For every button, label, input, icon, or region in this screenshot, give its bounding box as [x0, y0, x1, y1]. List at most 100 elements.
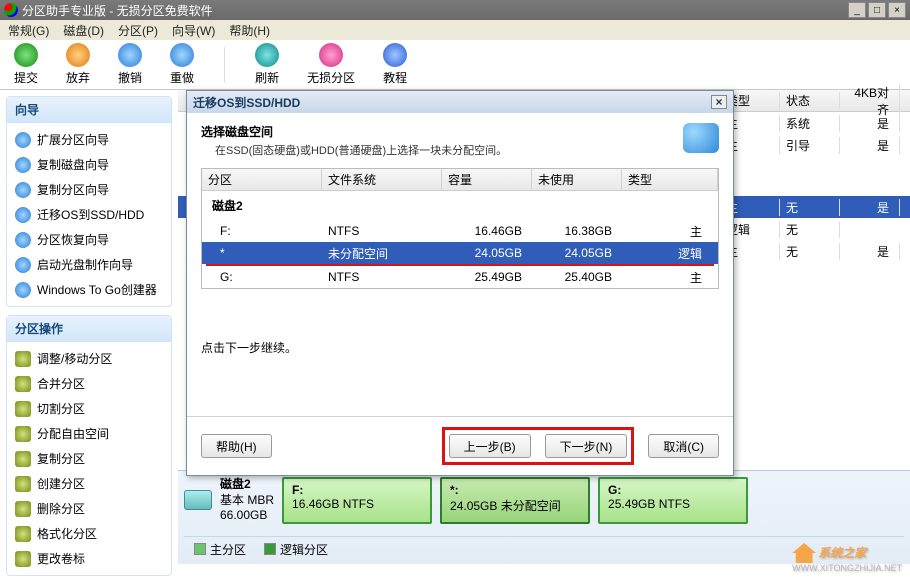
tb-undo[interactable]: 撤销	[118, 43, 142, 86]
hdd-icon	[184, 490, 212, 510]
app-icon	[4, 3, 18, 17]
tb-refresh[interactable]: 刷新	[255, 43, 279, 86]
check-icon	[14, 43, 38, 67]
col-partition[interactable]: 分区	[202, 169, 322, 190]
dialog-row[interactable]: F:NTFS16.46GB16.38GB主	[202, 220, 718, 242]
menu-wizard[interactable]: 向导(W)	[172, 22, 215, 39]
legend-primary: 主分区	[194, 541, 246, 558]
wizard-item-0[interactable]: 扩展分区向导	[9, 127, 169, 152]
menubar: 常规(G) 磁盘(D) 分区(P) 向导(W) 帮助(H)	[0, 20, 910, 40]
toolbar-separator	[224, 47, 225, 83]
op-icon	[15, 526, 31, 542]
dialog-title: 迁移OS到SSD/HDD	[193, 94, 300, 111]
col-align[interactable]: 4KB对齐	[840, 84, 900, 118]
menu-help[interactable]: 帮助(H)	[229, 22, 270, 39]
ops-item-7[interactable]: 格式化分区	[9, 521, 169, 546]
dialog-note: 点击下一步继续。	[201, 339, 719, 356]
wizard-item-1[interactable]: 复制磁盘向导	[9, 152, 169, 177]
dialog-row[interactable]: G:NTFS25.49GB25.40GB主	[202, 266, 718, 288]
window-title: 分区助手专业版 - 无损分区免费软件	[22, 2, 213, 19]
ops-item-0[interactable]: 调整/移动分区	[9, 346, 169, 371]
minimize-button[interactable]: _	[848, 2, 866, 18]
ops-item-3[interactable]: 分配自由空间	[9, 421, 169, 446]
dialog-partition-table: 分区 文件系统 容量 未使用 类型 磁盘2 F:NTFS16.46GB16.38…	[201, 168, 719, 289]
ops-item-5[interactable]: 创建分区	[9, 471, 169, 496]
disk-label: 磁盘2	[220, 477, 274, 493]
wizard-item-3[interactable]: 迁移OS到SSD/HDD	[9, 202, 169, 227]
wizard-icon	[15, 282, 31, 298]
dialog-close-button[interactable]: ×	[711, 95, 727, 109]
ops-item-2[interactable]: 切割分区	[9, 396, 169, 421]
wizard-icon	[15, 157, 31, 173]
ops-panel-title: 分区操作	[7, 316, 171, 342]
col-unused[interactable]: 未使用	[532, 169, 622, 190]
op-icon	[15, 401, 31, 417]
partition-unalloc[interactable]: *:24.05GB 未分配空间	[440, 477, 590, 524]
col-fs[interactable]: 文件系统	[322, 169, 442, 190]
help-button[interactable]: 帮助(H)	[201, 434, 272, 458]
partition-g[interactable]: G:25.49GB NTFS	[598, 477, 748, 524]
disk-card[interactable]: 磁盘2 基本 MBR 66.00GB	[184, 477, 274, 524]
window-titlebar: 分区助手专业版 - 无损分区免费软件 _ □ ×	[0, 0, 910, 20]
refresh-icon	[255, 43, 279, 67]
wizard-icon	[15, 132, 31, 148]
back-button[interactable]: 上一步(B)	[449, 434, 531, 458]
tb-commit[interactable]: 提交	[14, 43, 38, 86]
partition-f[interactable]: F:16.46GB NTFS	[282, 477, 432, 524]
watermark: 系统之家WWW.XITONGZHIJIA.NET	[792, 543, 902, 573]
menu-general[interactable]: 常规(G)	[8, 22, 49, 39]
wizard-icon	[15, 232, 31, 248]
wizard-panel-title: 向导	[7, 97, 171, 123]
ops-item-6[interactable]: 删除分区	[9, 496, 169, 521]
menu-partition[interactable]: 分区(P)	[118, 22, 158, 39]
col-state[interactable]: 状态	[780, 92, 840, 109]
dialog-subdesc: 在SSD(固态硬盘)或HDD(普通硬盘)上选择一块未分配空间。	[201, 142, 507, 158]
tb-lossless[interactable]: 无损分区	[307, 43, 355, 86]
ops-panel: 分区操作 调整/移动分区合并分区切割分区分配自由空间复制分区创建分区删除分区格式…	[6, 315, 172, 576]
wizard-icon	[15, 182, 31, 198]
wizard-icon	[15, 257, 31, 273]
wizard-item-2[interactable]: 复制分区向导	[9, 177, 169, 202]
wizard-item-6[interactable]: Windows To Go创建器	[9, 277, 169, 302]
next-button[interactable]: 下一步(N)	[545, 434, 628, 458]
highlight-box: 上一步(B) 下一步(N)	[442, 427, 635, 465]
cancel-button[interactable]: 取消(C)	[648, 434, 719, 458]
disk-wizard-icon	[683, 123, 719, 153]
op-icon	[15, 551, 31, 567]
wizard-item-5[interactable]: 启动光盘制作向导	[9, 252, 169, 277]
discard-icon	[66, 43, 90, 67]
disk-mode: 基本 MBR	[220, 493, 274, 509]
dialog-titlebar: 迁移OS到SSD/HDD ×	[187, 91, 733, 113]
op-icon	[15, 351, 31, 367]
toolbar: 提交 放弃 撤销 重做 刷新 无损分区 教程	[0, 40, 910, 90]
ops-item-8[interactable]: 更改卷标	[9, 546, 169, 571]
wizard-icon	[15, 207, 31, 223]
legend-logical: 逻辑分区	[264, 541, 328, 558]
disk-size: 66.00GB	[220, 508, 274, 524]
dialog-row[interactable]: *未分配空间24.05GB24.05GB逻辑	[202, 242, 718, 264]
tb-tutorial[interactable]: 教程	[383, 43, 407, 86]
wizard-item-4[interactable]: 分区恢复向导	[9, 227, 169, 252]
lossless-icon	[319, 43, 343, 67]
op-icon	[15, 501, 31, 517]
close-button[interactable]: ×	[888, 2, 906, 18]
table-group-disk2: 磁盘2	[202, 191, 718, 220]
redo-icon	[170, 43, 194, 67]
op-icon	[15, 376, 31, 392]
tb-discard[interactable]: 放弃	[66, 43, 90, 86]
dialog-subtitle: 选择磁盘空间	[201, 123, 507, 140]
migrate-os-dialog: 迁移OS到SSD/HDD × 选择磁盘空间 在SSD(固态硬盘)或HDD(普通硬…	[186, 90, 734, 476]
menu-disk[interactable]: 磁盘(D)	[63, 22, 104, 39]
op-icon	[15, 476, 31, 492]
undo-icon	[118, 43, 142, 67]
tb-redo[interactable]: 重做	[170, 43, 194, 86]
tutorial-icon	[383, 43, 407, 67]
col-capacity[interactable]: 容量	[442, 169, 532, 190]
ops-item-4[interactable]: 复制分区	[9, 446, 169, 471]
house-icon	[792, 543, 816, 563]
wizard-panel: 向导 扩展分区向导复制磁盘向导复制分区向导迁移OS到SSD/HDD分区恢复向导启…	[6, 96, 172, 307]
col-parttype[interactable]: 类型	[622, 169, 718, 190]
maximize-button[interactable]: □	[868, 2, 886, 18]
ops-item-1[interactable]: 合并分区	[9, 371, 169, 396]
op-icon	[15, 451, 31, 467]
